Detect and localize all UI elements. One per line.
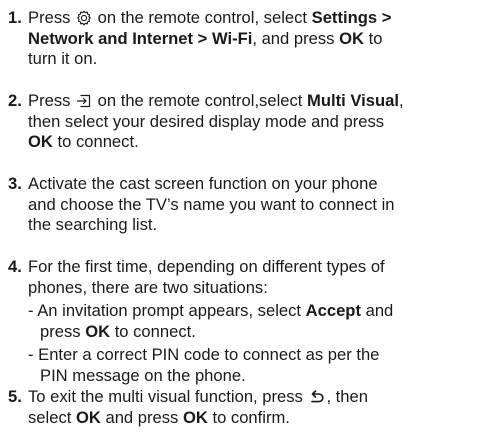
step-text: For the first time, depending on differe… xyxy=(28,257,478,387)
step-text: Press on the remote control, select Sett… xyxy=(28,8,392,69)
step-text: Activate the cast screen function on you… xyxy=(28,174,395,235)
instruction-document: 1. Press on the remote control, select S… xyxy=(0,0,481,447)
sub-item-accept: - An invitation prompt appears, select A… xyxy=(28,301,394,321)
back-icon xyxy=(308,389,325,405)
step-text: Press on the remote control,select Multi… xyxy=(28,91,404,152)
gear-icon xyxy=(76,10,92,26)
step-number: 5. xyxy=(8,387,22,406)
step-text: To exit the multi visual function, press… xyxy=(28,387,368,427)
step-number: 4. xyxy=(8,257,22,276)
step-number: 2. xyxy=(8,91,22,110)
step-number: 1. xyxy=(8,8,22,27)
input-source-icon xyxy=(76,93,92,109)
step-number: 3. xyxy=(8,174,22,193)
sub-item-pin: - Enter a correct PIN code to connect as… xyxy=(28,345,380,365)
